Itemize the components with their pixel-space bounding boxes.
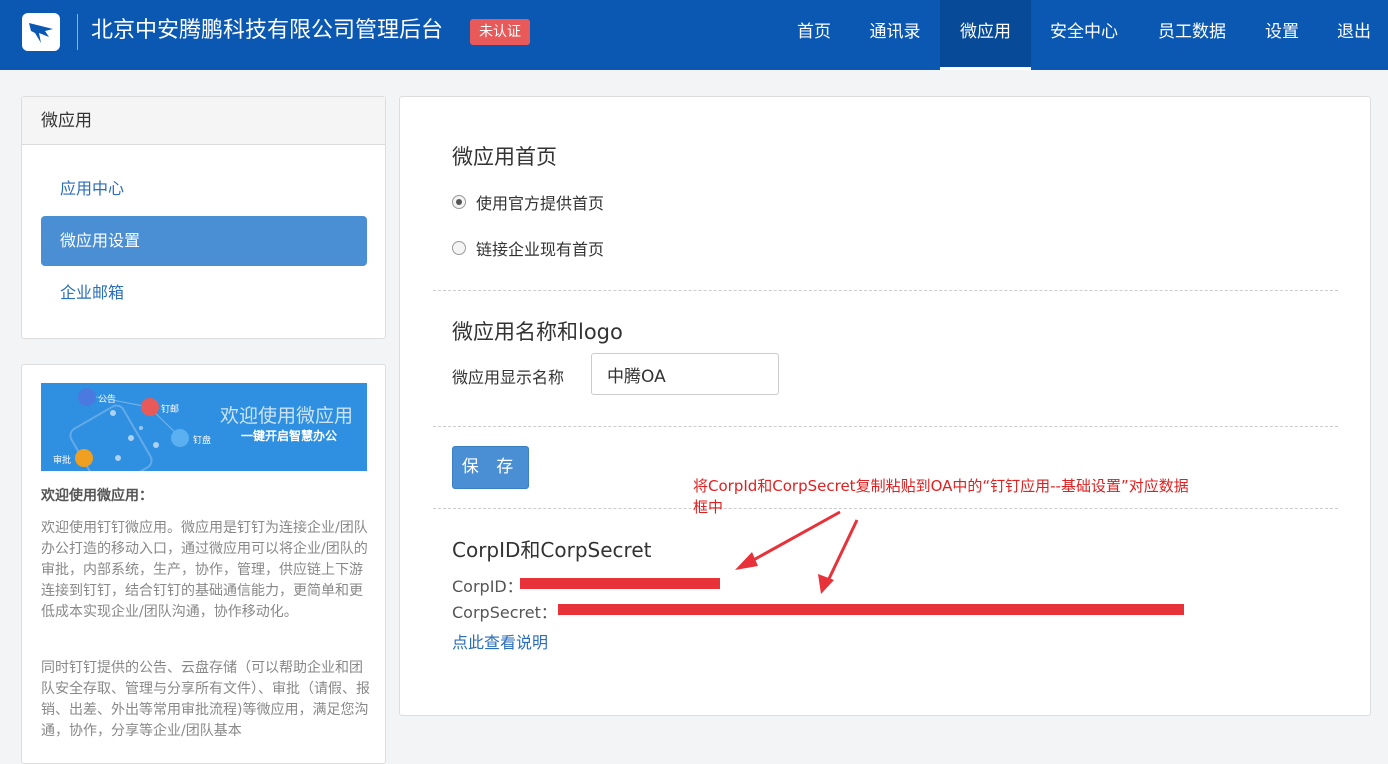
annotation-arrows [735, 510, 859, 594]
